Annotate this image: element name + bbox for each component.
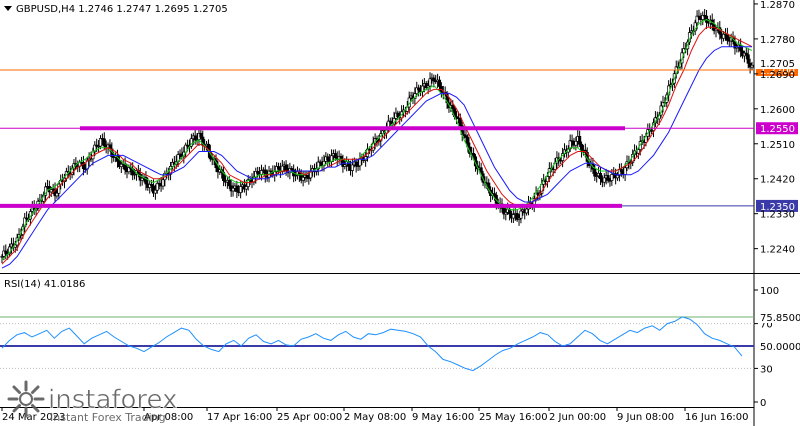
price-candle-body (153, 189, 157, 194)
instaforex-starburst-logo-icon (7, 380, 45, 418)
price-tick-label: 1.2870 (760, 0, 795, 11)
rsi-tick-label: 30 (760, 364, 773, 375)
price-candle-body (301, 176, 305, 181)
price-tick-label: 1.2780 (760, 35, 795, 46)
price-candle-body (519, 210, 523, 219)
time-tick-label: 9 Jun 08:00 (617, 412, 674, 423)
price-candle-body (623, 167, 627, 175)
price-candle-body (437, 79, 442, 87)
price-candle-body (55, 192, 59, 197)
price-candle-body (4, 250, 8, 254)
price-candle-body (432, 77, 436, 82)
price-tick-label: 1.2420 (760, 175, 795, 186)
chart-canvas: 1.27001.25501.23501.2705 1.28701.27801.2… (0, 0, 800, 426)
chart-symbol-header: GBPUSD,H4 1.2746 1.2747 1.2695 1.2705 (16, 4, 228, 15)
price-candle-body (161, 179, 165, 187)
price-candle-body (610, 174, 614, 181)
price-candle-body (244, 186, 248, 190)
price-panel-bg (0, 0, 800, 274)
chart-window: 1.2700 1.2550 1.2350 1.2705 1.2870 1.2780 1.2… (0, 0, 800, 426)
time-tick-label: 2 Jun 00:00 (549, 412, 606, 423)
price-candle-body (396, 112, 400, 117)
price-candle-body (276, 166, 281, 170)
time-tick-label: 17 Apr 16:00 (207, 412, 272, 423)
price-candle-body (750, 64, 754, 68)
price-tick-label: 1.2600 (760, 105, 795, 116)
price-candle-body (578, 136, 582, 145)
rsi-level-label: 50.0000 (760, 342, 800, 353)
time-tick-label: 9 May 16:00 (412, 412, 474, 423)
price-tick-label: 1.2330 (760, 210, 795, 221)
time-tick-label: 25 May 16:00 (479, 412, 548, 423)
watermark-tagline: Instant Forex Trading (50, 411, 166, 424)
price-candle-body (284, 164, 288, 172)
price-candle-body (239, 186, 243, 193)
time-tick-label: 25 Apr 00:00 (277, 412, 342, 423)
time-tick-label: 16 Jun 16:00 (685, 412, 749, 423)
rsi-header: RSI(14) 41.0186 (4, 279, 85, 290)
price-candle-body (98, 138, 103, 147)
price-candle-body (615, 174, 620, 179)
price-candle-body (428, 78, 432, 87)
level-price-label: 1.2550 (760, 124, 795, 135)
time-tick-label: 2 May 08:00 (344, 412, 406, 423)
price-candle-body (602, 177, 606, 183)
price-candle-body (472, 153, 476, 158)
price-candle-body (511, 214, 515, 219)
price-candle-body (593, 168, 597, 177)
rsi-tick-label: 0 (760, 398, 766, 409)
price-candle-body (102, 138, 106, 147)
price-candle-body (574, 140, 578, 146)
price-candle-body (598, 172, 603, 180)
rsi-tick-label: 100 (760, 286, 779, 297)
price-tick-label: 1.2510 (760, 140, 795, 151)
price-candle-body (231, 187, 235, 192)
price-tick-label: 1.2690 (760, 70, 795, 81)
rsi-level-label: 75.8500 (760, 313, 800, 324)
price-candle-body (199, 132, 203, 138)
price-candle-body (227, 179, 231, 187)
price-candle-body (725, 33, 729, 41)
price-candle-body (350, 164, 354, 171)
price-candle-body (235, 185, 239, 192)
price-candle-body (746, 54, 750, 64)
price-tick-label: 1.2240 (760, 245, 795, 256)
price-candle-body (333, 153, 337, 159)
price-candle-body (326, 156, 330, 161)
price-candle-body (739, 44, 743, 52)
current-price-label: 1.2705 (760, 59, 795, 70)
rsi-line (1, 316, 743, 372)
price-candle-body (525, 208, 529, 214)
price-candle-body (606, 175, 610, 181)
price-candle-body (636, 149, 640, 154)
price-candle-body (451, 105, 455, 109)
